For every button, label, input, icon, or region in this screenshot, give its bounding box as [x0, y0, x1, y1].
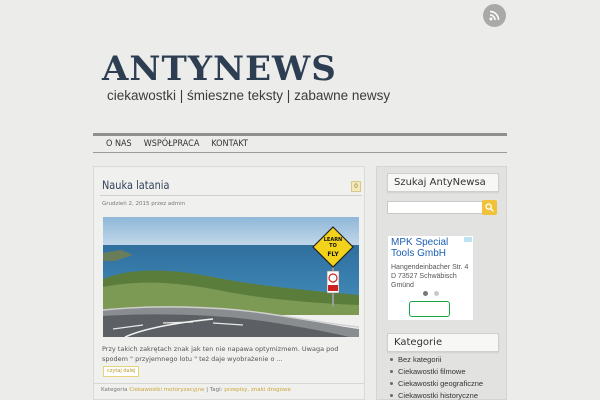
ad-title[interactable]: MPK Special Tools GmbH	[391, 237, 473, 259]
ad-banner[interactable]: MPK Special Tools GmbH Hangendeinbacher …	[387, 235, 474, 321]
read-more-button[interactable]: czytaj dalej	[103, 366, 140, 377]
nav-item-kontakt[interactable]: KONTAKT	[211, 137, 248, 151]
main-nav: O NAS WSPÓŁPRACA KONTAKT	[106, 137, 248, 151]
svg-text:TO: TO	[329, 243, 337, 249]
search-icon	[485, 203, 494, 212]
nav-item-wspolpraca[interactable]: WSPÓŁPRACA	[144, 137, 200, 151]
post-date: Grudzień 2, 2015 przez admin	[102, 201, 186, 207]
svg-text:FLY: FLY	[327, 251, 339, 258]
post-image[interactable]: LEARN TO FLY	[103, 217, 359, 337]
search-input[interactable]	[387, 201, 483, 214]
tags-links[interactable]: przepisy, znaki drogowe	[224, 387, 291, 393]
category-link[interactable]: Ciekawostki motoryzacyjne	[129, 387, 204, 393]
post-card: Nauka latania 0 Grudzień 2, 2015 przez a…	[93, 166, 365, 400]
search-widget-title: Szukaj AntyNewsa	[387, 173, 499, 192]
site-tagline: ciekawostki | śmieszne teksty | zabawne …	[107, 88, 391, 103]
ad-address: Hangendeinbacher Str. 4 D 73527 Schwäbis…	[391, 264, 469, 289]
post-title-divider	[100, 195, 362, 196]
sidebar: Szukaj AntyNewsa MPK Special Tools GmbH …	[376, 166, 507, 400]
categories-widget-title: Kategorie	[387, 333, 499, 352]
comment-icon[interactable]: 0	[351, 181, 361, 192]
ad-pagination	[423, 291, 439, 296]
search-button[interactable]	[482, 200, 497, 215]
tags-label: | Tagi:	[206, 387, 223, 393]
category-label: Kategoria	[101, 387, 128, 393]
post-title[interactable]: Nauka latania	[102, 178, 170, 192]
categories-list: Bez kategorii Ciekawostki filmowe Ciekaw…	[389, 354, 483, 400]
site-title[interactable]: ANTYNEWS	[102, 50, 337, 88]
ad-dot-active[interactable]	[423, 291, 428, 296]
comment-count: 0	[354, 183, 358, 190]
nav-item-o-nas[interactable]: O NAS	[106, 137, 132, 151]
category-item[interactable]: Ciekawostki geograficzne	[389, 378, 483, 390]
rss-icon	[489, 10, 500, 21]
post-excerpt: Przy takich zakrętach znak jak ten nie n…	[102, 345, 339, 363]
nav-divider-top	[93, 133, 507, 136]
nav-divider-bottom	[93, 152, 507, 153]
post-image-graphic: LEARN TO FLY	[103, 217, 359, 337]
ad-open-button[interactable]	[409, 301, 450, 317]
rss-button[interactable]	[483, 4, 506, 27]
category-item[interactable]: Ciekawostki historyczne	[389, 390, 483, 400]
post-footer: Kategoria Ciekawostki motoryzacyjne | Ta…	[94, 383, 364, 395]
ad-dot[interactable]	[434, 291, 439, 296]
category-item[interactable]: Ciekawostki filmowe	[389, 366, 483, 378]
category-item[interactable]: Bez kategorii	[389, 354, 483, 366]
